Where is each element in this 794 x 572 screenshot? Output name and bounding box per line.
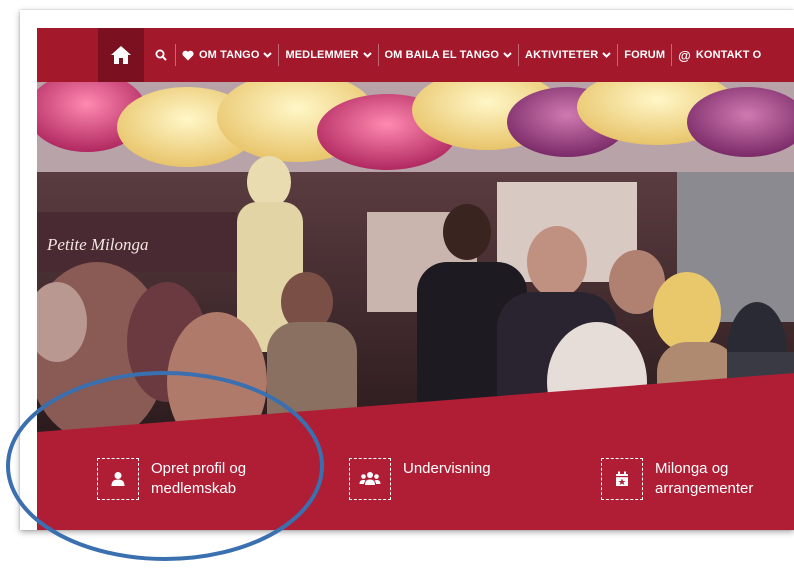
nav-item-label: FORUM — [624, 49, 666, 61]
chevron-down-icon — [503, 52, 512, 58]
nav-item-label: MEDLEMMER — [285, 49, 359, 61]
feature-opret-profil[interactable]: Opret profil og medlemskab — [97, 458, 246, 500]
nav-item-label: OM TANGO — [199, 49, 260, 61]
feature-milonga[interactable]: Milonga og arrangementer — [601, 458, 753, 500]
feature-label-line: arrangementer — [655, 480, 754, 497]
user-icon — [97, 458, 139, 500]
hero-photo: Petite Milonga — [37, 82, 794, 444]
feature-label: Opret profil og medlemskab — [151, 459, 246, 499]
at-icon: @ — [678, 47, 691, 63]
nav-item-forum[interactable]: FORUM — [617, 44, 671, 66]
nav-item-label: KONTAKT O — [695, 49, 762, 61]
calendar-icon — [601, 458, 643, 500]
screenshot-frame: Petite Milonga OM TANGO MEDLEMMER OM BAI… — [20, 10, 794, 530]
feature-label-line: Opret profil og — [151, 460, 247, 477]
nav-item-medlemmer[interactable]: MEDLEMMER — [278, 44, 377, 66]
nav-item-label: AKTIVITETER — [525, 49, 599, 61]
chevron-down-icon — [602, 52, 611, 58]
nav-item-label: OM BAILA EL TANGO — [384, 49, 500, 61]
chevron-down-icon — [263, 52, 273, 58]
heart-icon — [182, 50, 194, 61]
hero-sign-text: Petite Milonga — [46, 235, 149, 254]
main-nav: OM TANGO MEDLEMMER OM BAILA EL TANGO AKT… — [37, 28, 794, 82]
feature-label-line: medlemskab — [151, 480, 237, 497]
chevron-down-icon — [362, 52, 372, 58]
feature-label-line: Undervisning — [403, 460, 491, 477]
feature-label: Milonga og arrangementer — [655, 459, 753, 499]
website: Petite Milonga OM TANGO MEDLEMMER OM BAI… — [37, 28, 794, 530]
feature-undervisning[interactable]: Undervisning — [349, 458, 491, 500]
nav-item-om-baila-el-tango[interactable]: OM BAILA EL TANGO — [377, 44, 519, 66]
home-icon — [111, 46, 131, 64]
users-icon — [349, 458, 391, 500]
nav-item-aktiviteter[interactable]: AKTIVITETER — [518, 44, 617, 66]
feature-links: Opret profil og medlemskab Undervisning … — [37, 448, 794, 518]
nav-item-kontakt[interactable]: @ KONTAKT O — [671, 44, 767, 66]
nav-item-om-tango[interactable]: OM TANGO — [175, 44, 278, 66]
home-button[interactable] — [98, 28, 144, 82]
search-icon — [155, 49, 167, 61]
search-button[interactable] — [147, 44, 175, 66]
feature-label: Undervisning — [403, 459, 491, 479]
feature-label-line: Milonga og — [655, 460, 729, 477]
